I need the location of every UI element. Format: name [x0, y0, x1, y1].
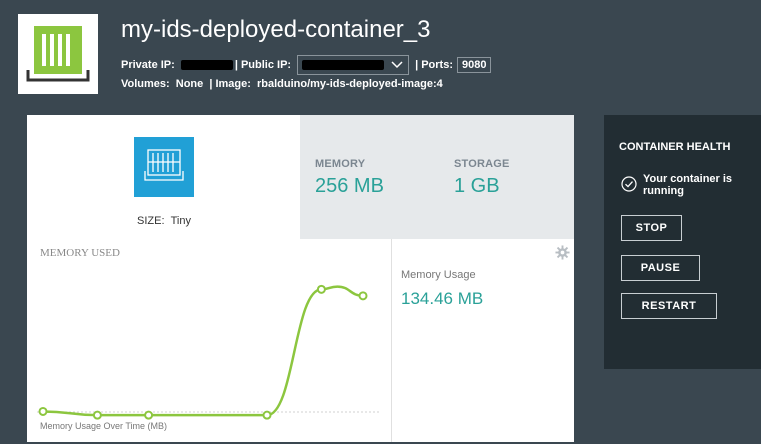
health-status: Your container is running: [621, 173, 756, 197]
public-ip-redacted: [302, 60, 385, 70]
private-ip-label: Private IP:: [121, 59, 175, 71]
ports-label: | Ports:: [415, 59, 453, 71]
data-point: [38, 406, 48, 416]
check-circle-icon: [621, 176, 637, 192]
stop-button[interactable]: STOP: [621, 215, 682, 241]
container-header: my-ids-deployed-container_3 Private IP: …: [0, 0, 761, 108]
container-health-panel: CONTAINER HEALTH Your container is runni…: [604, 115, 761, 369]
size-label-text: SIZE:: [137, 215, 165, 227]
public-ip-label: | Public IP:: [234, 59, 292, 71]
memory-usage-value: 134.46 MB: [401, 289, 484, 308]
health-status-text: Your container is running: [643, 173, 733, 197]
data-point: [316, 284, 326, 294]
size-label: SIZE: Tiny: [137, 215, 191, 227]
data-point: [92, 410, 102, 420]
network-info: Private IP: | Public IP: | Ports: 9080: [121, 55, 492, 75]
memory-series-line: [42, 285, 364, 417]
image-value: rbalduino/my-ids-deployed-image:4: [256, 78, 443, 90]
container-size-icon: [134, 137, 194, 197]
private-ip-redacted: [180, 60, 233, 70]
volume-image-info: Volumes: None | Image: rbalduino/my-ids-…: [121, 78, 443, 90]
pause-button[interactable]: PAUSE: [621, 255, 700, 281]
memory-label: MEMORY: [315, 158, 366, 170]
memory-chart: MEMORY USED Memory Usage Over Time (MB): [27, 239, 391, 442]
restart-button[interactable]: RESTART: [621, 293, 717, 319]
image-label: | Image:: [209, 78, 251, 90]
data-point: [144, 410, 154, 420]
page-title: my-ids-deployed-container_3: [121, 16, 431, 43]
memory-line-chart: [37, 284, 381, 420]
gear-icon[interactable]: [555, 245, 570, 260]
size-value: Tiny: [170, 215, 191, 227]
memory-usage-label: Memory Usage: [401, 269, 476, 281]
chevron-down-icon: [391, 61, 403, 69]
storage-value: 1 GB: [454, 175, 500, 197]
chart-caption: Memory Usage Over Time (MB): [40, 421, 168, 431]
memory-value: 256 MB: [315, 175, 384, 197]
health-title: CONTAINER HEALTH: [619, 141, 731, 153]
size-section: SIZE: Tiny: [27, 115, 300, 239]
volumes-label: Volumes:: [121, 78, 170, 90]
public-ip-select[interactable]: [297, 55, 410, 75]
data-point: [358, 291, 368, 301]
container-logo: [18, 14, 98, 94]
container-icon: [26, 26, 90, 82]
volumes-value: None: [175, 78, 204, 90]
resource-stats: MEMORY 256 MB STORAGE 1 GB: [300, 115, 574, 239]
container-details-card: SIZE: Tiny MEMORY 256 MB STORAGE 1 GB ME…: [27, 115, 574, 442]
data-point: [262, 410, 272, 420]
memory-usage-panel: Memory Usage 134.46 MB: [392, 239, 574, 442]
ports-value: 9080: [457, 57, 492, 73]
storage-label: STORAGE: [454, 158, 510, 170]
